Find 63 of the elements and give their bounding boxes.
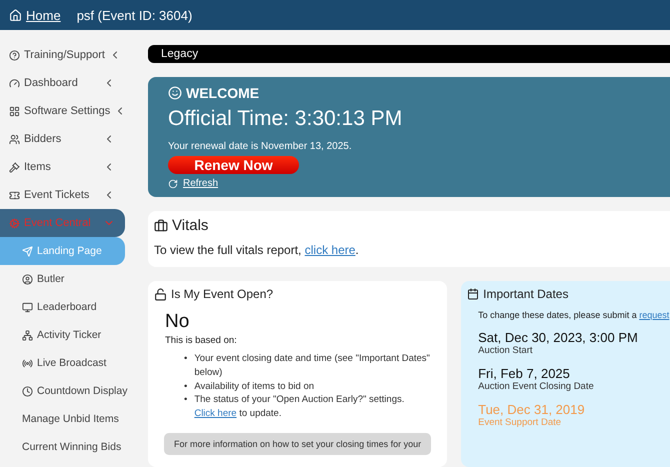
menu-item-icon bbox=[22, 330, 33, 340]
sidebar-item[interactable]: Event Tickets bbox=[0, 181, 125, 209]
menu-item-icon bbox=[22, 386, 33, 396]
bullet: • bbox=[184, 393, 188, 408]
sidebar-subitem[interactable]: Leaderboard bbox=[0, 293, 125, 321]
refresh-link[interactable]: Refresh bbox=[183, 178, 218, 189]
date-value: Tue, Dec 31, 2019 bbox=[478, 402, 586, 417]
info-note: For more information on how to set your closing times for your bbox=[164, 432, 432, 455]
sidebar-subitem[interactable]: Live Broadcast bbox=[0, 349, 125, 377]
based-on-text: This is based on: bbox=[164, 335, 238, 346]
official-time: Official Time: 3:30:13 PM bbox=[168, 107, 402, 131]
welcome-heading: WELCOME bbox=[186, 85, 260, 101]
sidebar-item[interactable]: Dashboard bbox=[0, 69, 125, 97]
event-title: psf (Event ID: 3604) bbox=[76, 8, 192, 22]
menu-item-icon bbox=[9, 106, 20, 116]
home-link[interactable]: Home bbox=[9, 8, 61, 22]
menu-item-icon bbox=[22, 358, 33, 368]
sidebar-subitem[interactable]: Butler bbox=[0, 265, 125, 293]
bullet: • bbox=[184, 352, 188, 366]
click-here-link[interactable]: click here bbox=[304, 243, 356, 257]
vitals-heading: Vitals bbox=[172, 217, 208, 234]
renewal-text: Your renewal date is November 13, 2025. bbox=[168, 141, 352, 152]
date-value: Fri, Feb 7, 2025 bbox=[478, 366, 571, 381]
menu-item-icon bbox=[9, 162, 20, 172]
legacy-bar: Legacy bbox=[148, 45, 670, 63]
menu-item-icon bbox=[9, 50, 20, 60]
change-dates-text: To change these dates, please submit a request bbox=[477, 310, 670, 320]
sidebar-subitem[interactable]: Current Winning Bids bbox=[0, 433, 125, 461]
renew-now-button[interactable]: Renew Now bbox=[168, 156, 299, 174]
reason-text: Availability of items to bid on bbox=[194, 380, 314, 394]
menu-item-icon bbox=[22, 302, 33, 312]
vitals-text: To view the full vitals report, click here. bbox=[154, 243, 360, 257]
home-icon bbox=[9, 8, 22, 22]
menu-item-icon bbox=[22, 246, 33, 256]
date-value: Sat, Dec 30, 2023, 3:00 PM bbox=[478, 330, 639, 345]
menu-item-icon bbox=[9, 78, 20, 88]
reason-text: Your event closing date and time (see "Important Dates" below) bbox=[194, 352, 431, 380]
refresh-icon bbox=[168, 178, 178, 188]
sidebar-item[interactable]: Bidders bbox=[0, 125, 125, 153]
sidebar-subitem[interactable]: Manage Unbid Items bbox=[0, 405, 125, 433]
event-open-answer: No bbox=[164, 311, 190, 333]
menu-item-icon bbox=[9, 218, 20, 228]
unlock-icon bbox=[154, 288, 167, 300]
briefcase-icon bbox=[154, 218, 168, 232]
sidebar-item[interactable]: Items bbox=[0, 153, 125, 181]
request-link[interactable]: request bbox=[639, 310, 670, 320]
menu-item-icon bbox=[9, 134, 20, 144]
menu-item-icon bbox=[9, 190, 20, 200]
click-here-link[interactable]: Click here bbox=[194, 408, 237, 420]
sidebar-item[interactable]: Training/Support bbox=[0, 41, 125, 69]
smile-icon bbox=[168, 86, 182, 100]
date-label: Event Support Date bbox=[478, 417, 562, 428]
event-open-heading: Is My Event Open? bbox=[171, 287, 274, 301]
reason-text: The status of your "Open Auction Early?" settings. Click here to update. bbox=[194, 393, 406, 421]
calendar-icon bbox=[467, 288, 480, 300]
menu-item-icon bbox=[22, 274, 33, 284]
important-dates-heading: Important Dates bbox=[483, 287, 568, 301]
date-label: Auction Event Closing Date bbox=[478, 381, 595, 392]
sidebar-subitem[interactable]: Activity Ticker bbox=[0, 321, 125, 349]
date-label: Auction Start bbox=[478, 345, 534, 356]
sidebar-item[interactable]: Software Settings bbox=[0, 97, 125, 125]
bullet: • bbox=[184, 380, 188, 394]
sidebar-subitem[interactable]: Countdown Display bbox=[0, 377, 125, 405]
